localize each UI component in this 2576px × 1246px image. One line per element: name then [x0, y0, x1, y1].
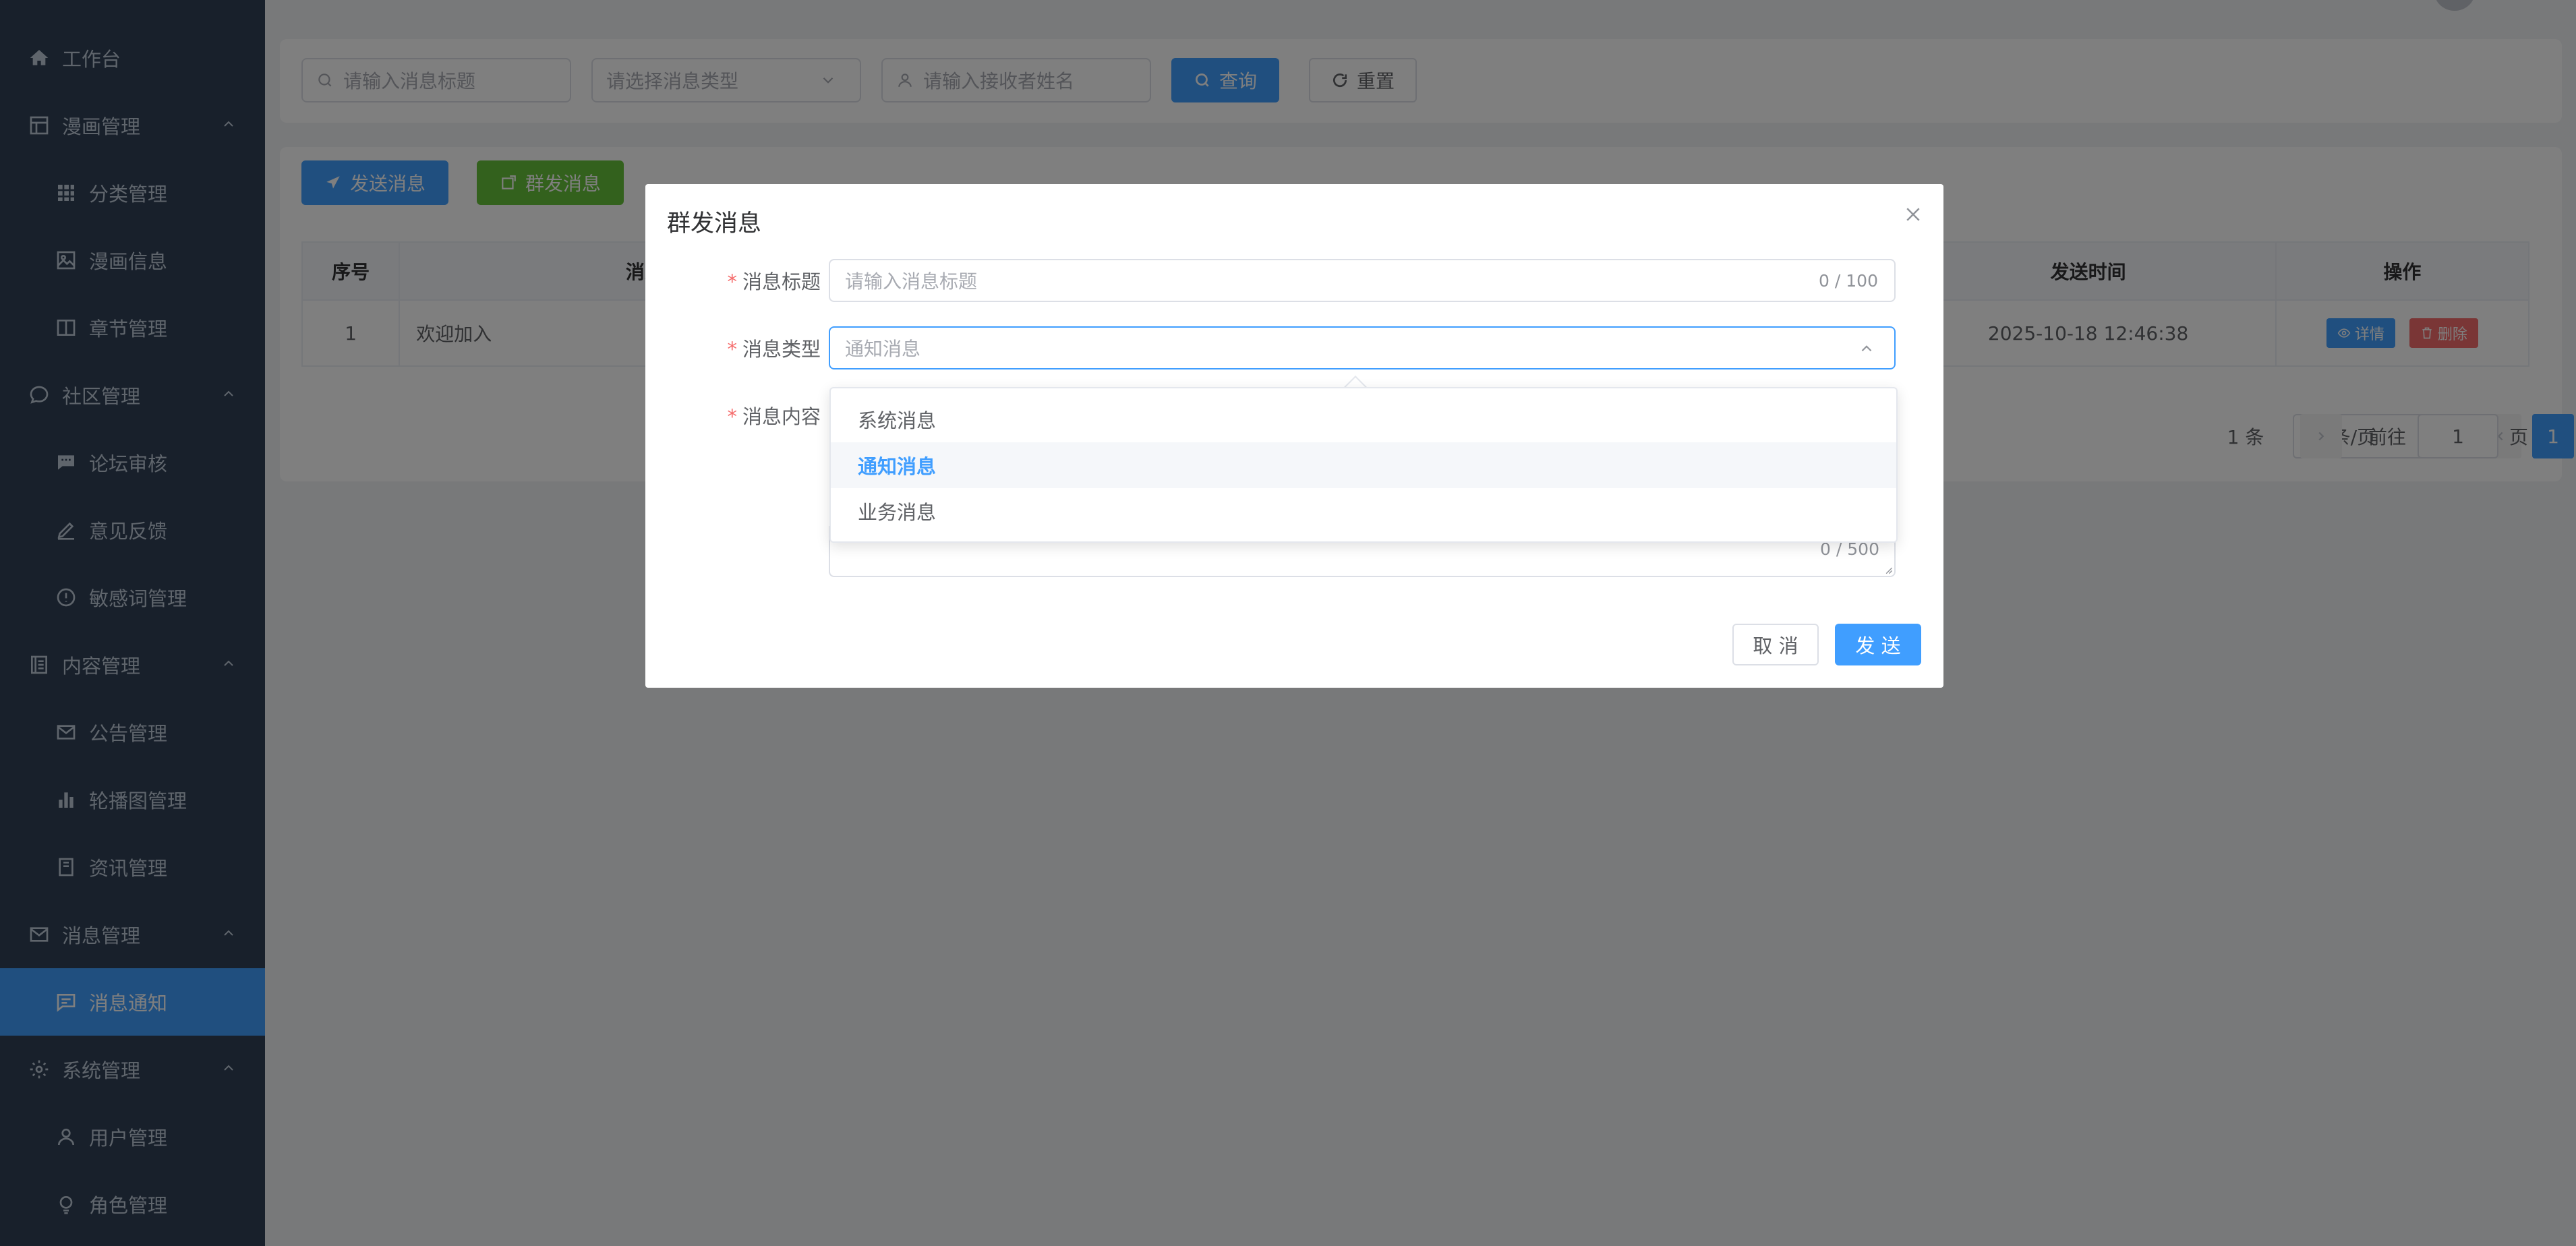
message-type-dropdown: 系统消息 通知消息 业务消息	[829, 387, 1898, 543]
content-label: * 消息内容	[727, 405, 821, 428]
type-label: * 消息类型	[727, 338, 821, 361]
send-button[interactable]: 发 送	[1835, 624, 1921, 665]
option-system-message[interactable]: 系统消息	[831, 396, 1896, 442]
dialog-title: 群发消息	[667, 210, 762, 237]
title-char-count: 0 / 100	[1819, 270, 1878, 291]
close-icon[interactable]	[1903, 204, 1923, 225]
dialog-type-select[interactable]: 通知消息	[829, 326, 1896, 369]
title-label: * 消息标题	[727, 270, 821, 293]
dialog-title-input[interactable]: 请输入消息标题 0 / 100	[829, 259, 1896, 302]
resize-handle-icon[interactable]	[1883, 565, 1893, 574]
cancel-button[interactable]: 取 消	[1732, 624, 1819, 665]
chevron-up-icon	[1861, 345, 1872, 352]
option-notice-message[interactable]: 通知消息	[831, 442, 1896, 488]
option-business-message[interactable]: 业务消息	[831, 488, 1896, 534]
